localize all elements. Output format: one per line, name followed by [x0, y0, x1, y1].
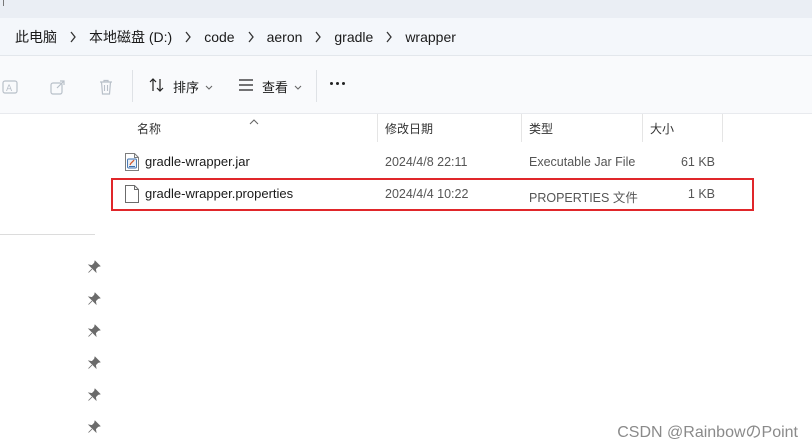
pin-icon[interactable]: [87, 292, 101, 306]
sort-button[interactable]: 排序: [149, 72, 213, 100]
file-size: 61 KB: [680, 155, 715, 169]
nav-divider: [0, 234, 95, 235]
breadcrumb-drive-d[interactable]: 本地磁盘 (D:): [89, 27, 172, 47]
toolbar-separator: [132, 70, 133, 102]
delete-icon[interactable]: [97, 78, 115, 96]
breadcrumb-this-pc[interactable]: 此电脑: [15, 27, 57, 47]
view-label: 查看: [262, 79, 289, 95]
svg-text:A: A: [6, 84, 13, 94]
chevron-right-icon[interactable]: [373, 31, 405, 43]
navigation-pane: [0, 114, 108, 446]
breadcrumb: 此电脑 本地磁盘 (D:) code aeron gradle wrapper: [15, 18, 456, 56]
file-modified: 2024/4/8 22:11: [385, 155, 468, 169]
highlight-annotation-box: [111, 178, 754, 211]
chevron-right-icon[interactable]: [57, 31, 89, 43]
breadcrumb-code[interactable]: code: [204, 29, 234, 45]
pin-icon[interactable]: [87, 324, 101, 338]
breadcrumb-wrapper[interactable]: wrapper: [405, 29, 456, 45]
chevron-right-icon[interactable]: [302, 31, 334, 43]
pin-icon[interactable]: [87, 388, 101, 402]
toolbar-separator: [316, 70, 317, 102]
column-divider[interactable]: [722, 114, 723, 142]
chevron-down-icon: [294, 79, 302, 94]
chevron-right-icon[interactable]: [172, 31, 204, 43]
column-header-name[interactable]: 名称: [137, 114, 161, 142]
column-header-size[interactable]: 大小: [650, 114, 674, 142]
share-icon[interactable]: [49, 78, 67, 96]
view-button[interactable]: 查看: [238, 72, 302, 100]
pin-icon[interactable]: [87, 420, 101, 434]
pin-icon[interactable]: [87, 356, 101, 370]
column-divider[interactable]: [521, 114, 522, 142]
sort-label: 排序: [173, 79, 200, 95]
rename-icon[interactable]: A: [2, 78, 20, 96]
file-name: gradle-wrapper.jar: [145, 154, 250, 169]
column-header-type[interactable]: 类型: [529, 114, 553, 142]
file-row[interactable]: gradle-wrapper.jar 2024/4/8 22:11 Execut…: [113, 147, 753, 177]
chevron-right-icon[interactable]: [235, 31, 267, 43]
breadcrumb-gradle[interactable]: gradle: [334, 29, 373, 45]
file-type: Executable Jar File: [529, 155, 636, 169]
column-divider[interactable]: [377, 114, 378, 142]
column-divider[interactable]: [642, 114, 643, 142]
sort-icon: [149, 77, 165, 96]
chevron-down-icon: [205, 79, 213, 94]
command-bar: A 排序 查看: [0, 56, 812, 114]
jar-file-icon: [124, 153, 140, 171]
breadcrumb-aeron[interactable]: aeron: [267, 29, 303, 45]
watermark: CSDN @RainbowのPoint: [617, 424, 798, 441]
window-top-strip: [0, 0, 812, 18]
address-bar[interactable]: 此电脑 本地磁盘 (D:) code aeron gradle wrapper: [0, 18, 812, 56]
pin-icon[interactable]: [87, 260, 101, 274]
view-icon: [238, 78, 254, 95]
more-options-icon[interactable]: [330, 82, 345, 85]
window-edge-mark: [0, 0, 4, 6]
column-header-modified[interactable]: 修改日期: [385, 114, 433, 142]
sort-ascending-icon: [248, 113, 260, 125]
